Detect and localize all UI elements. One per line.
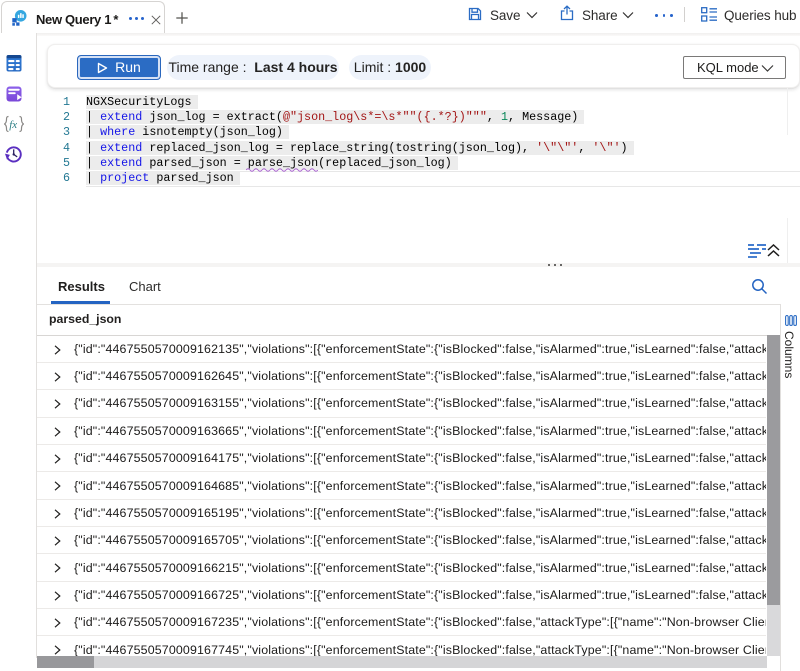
svg-text:fx: fx <box>9 119 17 131</box>
